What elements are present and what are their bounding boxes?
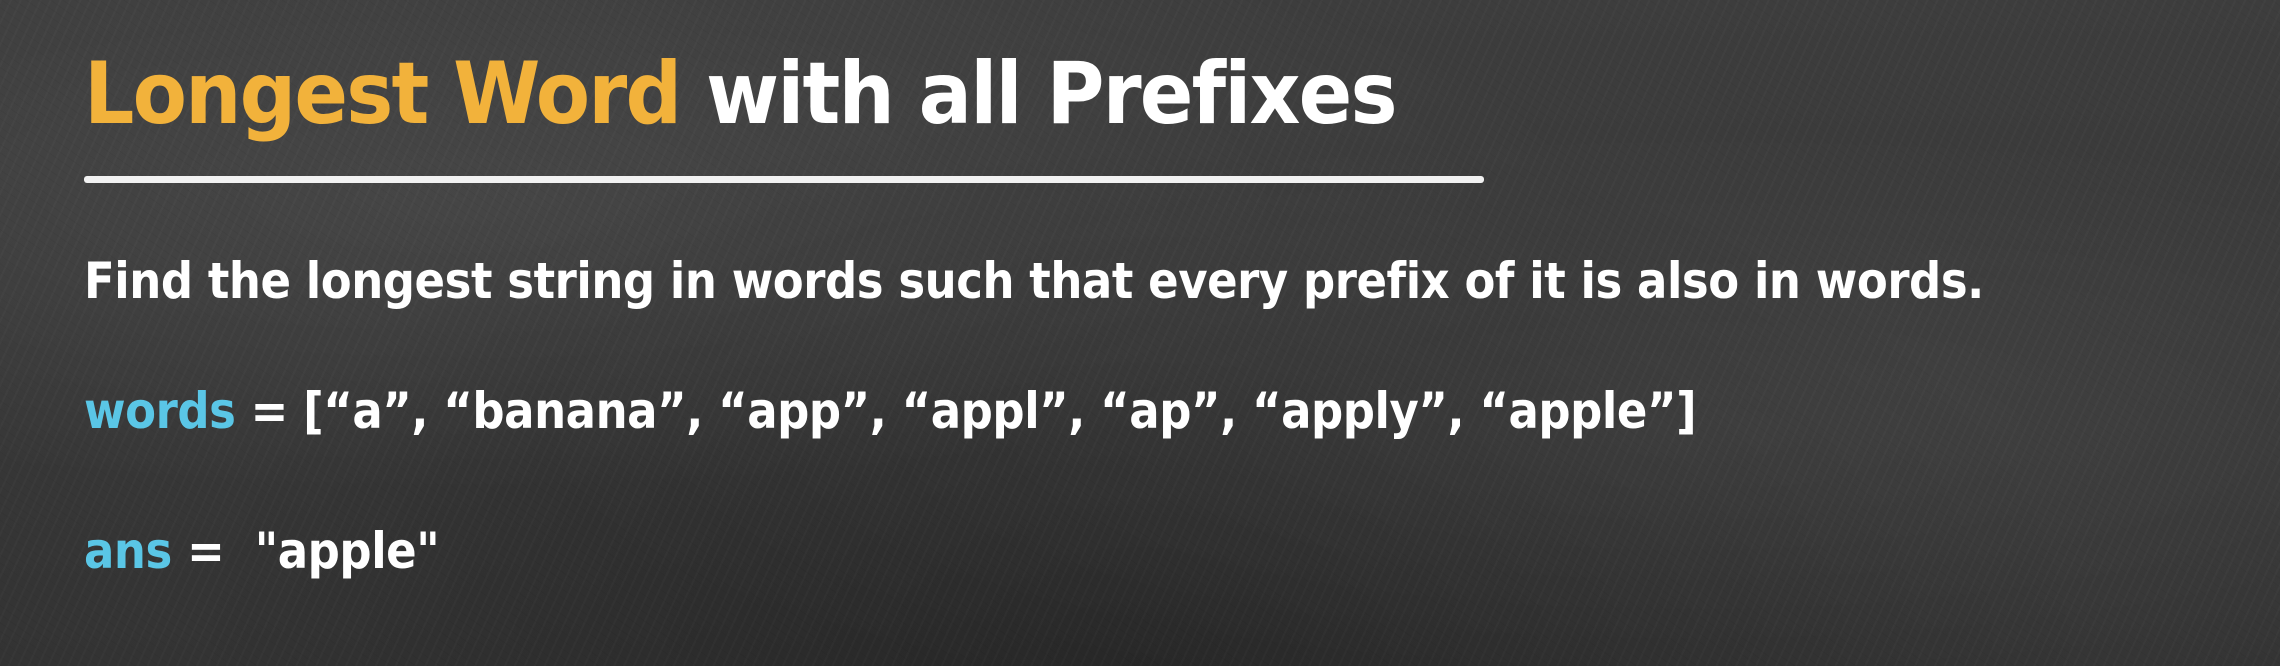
problem-description: Find the longest string in words such th…: [84, 252, 1984, 310]
words-variable: words: [84, 382, 236, 440]
words-example: words = [“a”, “banana”, “app”, “appl”, “…: [84, 380, 1697, 442]
title-underline: [84, 176, 1484, 183]
slide-title: Longest Word with all Prefixes: [84, 44, 1398, 144]
words-value: [“a”, “banana”, “app”, “appl”, “ap”, “ap…: [303, 382, 1697, 440]
answer-example: ans = "apple": [84, 520, 440, 582]
ans-equals: =: [171, 522, 255, 580]
title-accent-text: Longest Word: [84, 44, 682, 144]
ans-variable: ans: [84, 522, 172, 580]
title-rest-text: with all Prefixes: [680, 44, 1398, 144]
ans-value: "apple": [254, 522, 440, 580]
slide: Longest Word with all Prefixes Find the …: [0, 0, 2280, 666]
words-equals: =: [235, 382, 304, 440]
